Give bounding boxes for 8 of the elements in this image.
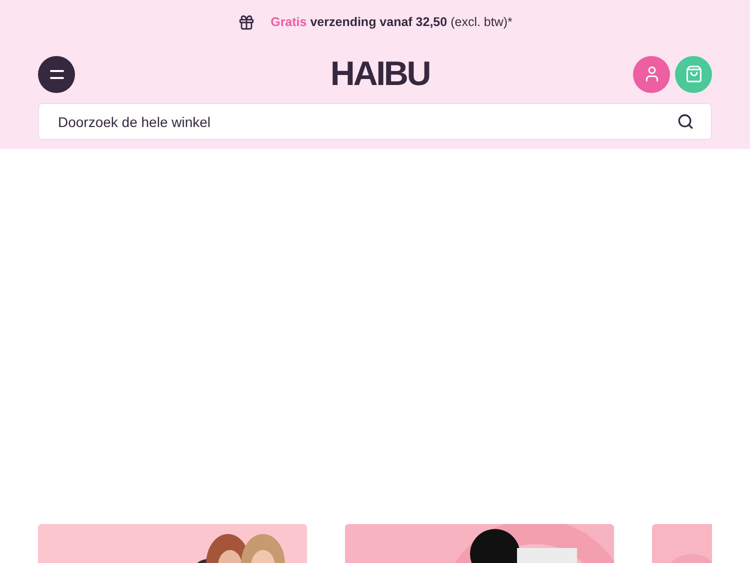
account-button[interactable]	[633, 56, 670, 92]
gift-icon	[238, 14, 255, 31]
logo[interactable]: HAIBU	[330, 57, 430, 91]
search-field[interactable]: Doorzoek de hele winkel	[38, 103, 712, 140]
search-icon[interactable]	[677, 113, 694, 130]
promo-text: Gratis verzending vanaf 32,50 (excl. btw)*	[270, 14, 512, 32]
shopping-bag-icon	[684, 65, 702, 83]
menu-button[interactable]	[38, 56, 75, 92]
